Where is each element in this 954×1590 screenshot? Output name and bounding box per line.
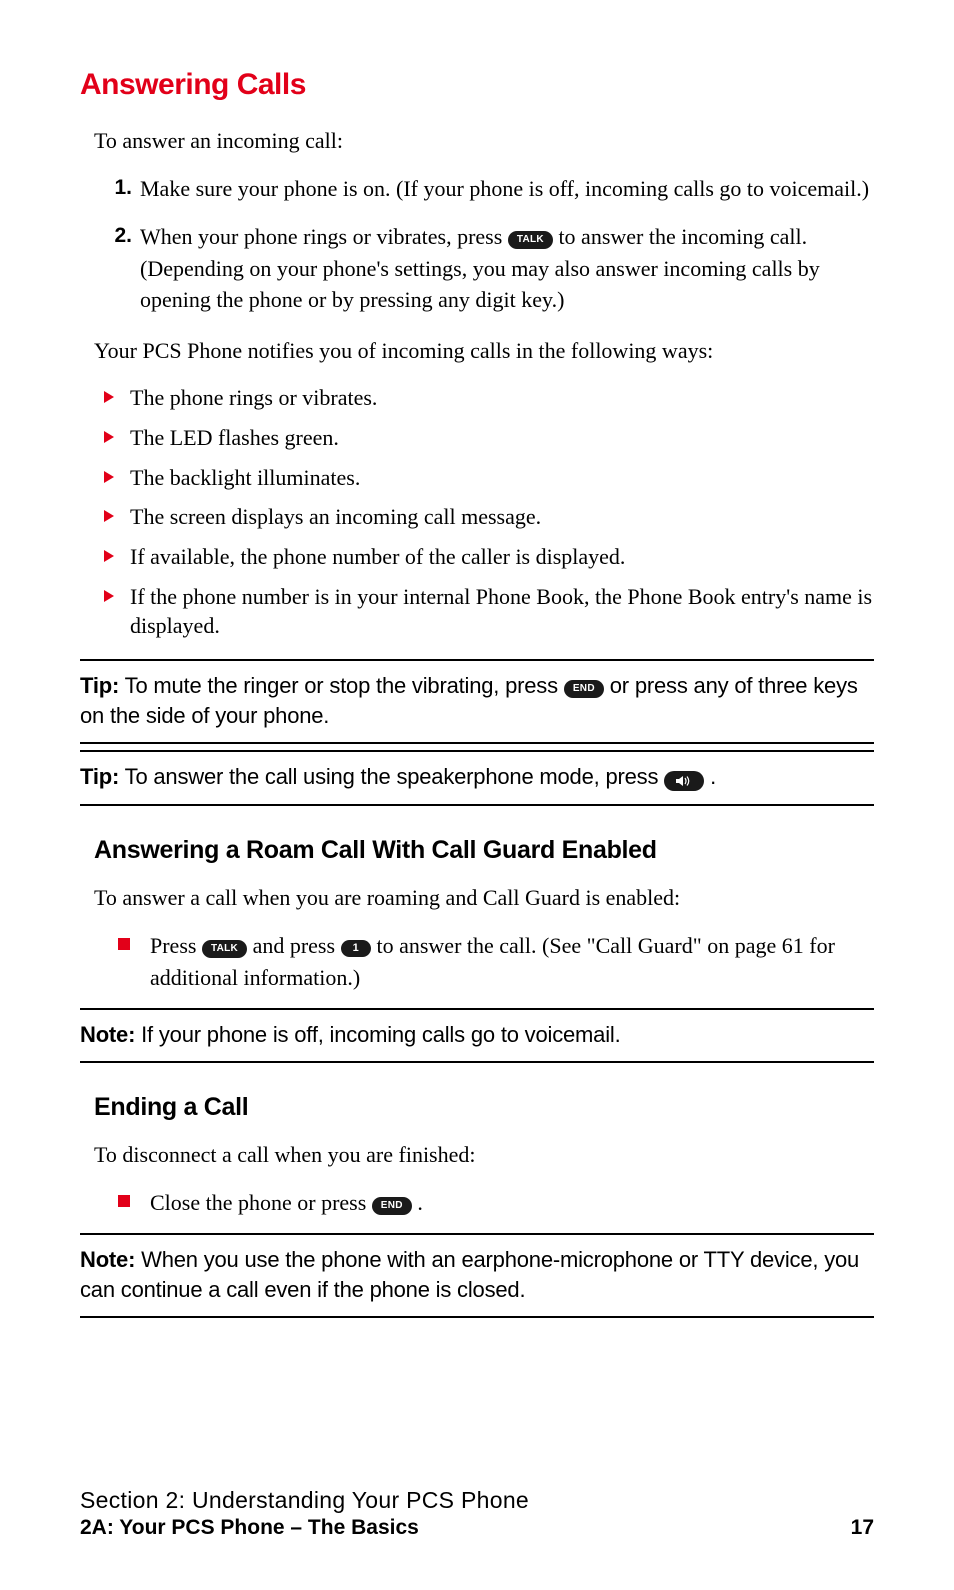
ending-section: Ending a Call To disconnect a call when … [80,1093,874,1219]
speaker-key-icon [664,771,704,791]
notify-list: The phone rings or vibrates. The LED fla… [80,383,874,641]
tip-label: Tip: [80,764,119,789]
steps-list: 1. Make sure your phone is on. (If your … [80,173,874,317]
list-item: Press TALK and press 1 to answer the cal… [140,930,874,994]
list-item: Close the phone or press END . [140,1187,874,1219]
list-item: The phone rings or vibrates. [118,383,874,413]
roam-steps: Press TALK and press 1 to answer the cal… [94,930,874,994]
note-text: If your phone is off, incoming calls go … [135,1022,620,1047]
tip-label: Tip: [80,673,119,698]
step-text: Make sure your phone is on. (If your pho… [140,176,869,201]
note-text: When you use the phone with an earphone-… [80,1247,859,1302]
talk-key-icon: TALK [202,940,247,958]
step-text: Press [150,933,202,958]
tip-callout: Tip: To mute the ringer or stop the vibr… [80,659,874,744]
step-text: . [417,1190,423,1215]
page-number: 17 [851,1516,874,1540]
footer-section-title: Section 2: Understanding Your PCS Phone [80,1487,874,1514]
step-text: Close the phone or press [150,1190,372,1215]
step-item: 1. Make sure your phone is on. (If your … [140,173,874,205]
tip-text: To mute the ringer or stop the vibrating… [119,673,564,698]
step-text: When your phone rings or vibrates, press [140,224,508,249]
note-label: Note: [80,1022,135,1047]
note-label: Note: [80,1247,135,1272]
end-key-icon: END [564,680,604,698]
step-marker: 2. [102,221,132,251]
subsection-heading: Ending a Call [94,1093,874,1122]
note-callout: Note: If your phone is off, incoming cal… [80,1008,874,1064]
roam-section: Answering a Roam Call With Call Guard En… [80,836,874,994]
note-callout: Note: When you use the phone with an ear… [80,1233,874,1318]
ending-steps: Close the phone or press END . [94,1187,874,1219]
list-item: If the phone number is in your internal … [118,582,874,641]
ending-intro: To disconnect a call when you are finish… [94,1140,874,1171]
list-item: The backlight illuminates. [118,463,874,493]
footer-subsection: 2A: Your PCS Phone – The Basics [80,1516,419,1540]
tip-callout: Tip: To answer the call using the speake… [80,750,874,806]
step-text: and press [253,933,341,958]
talk-key-icon: TALK [508,231,553,249]
list-item: If available, the phone number of the ca… [118,542,874,572]
list-item: The LED flashes green. [118,423,874,453]
notify-intro: Your PCS Phone notifies you of incoming … [80,336,874,367]
intro-text: To answer an incoming call: [80,126,874,157]
list-item: The screen displays an incoming call mes… [118,502,874,532]
one-key-icon: 1 [341,940,371,957]
tip-text: To answer the call using the speakerphon… [119,764,664,789]
tip-text: . [704,764,716,789]
page-footer: Section 2: Understanding Your PCS Phone … [80,1487,874,1540]
roam-intro: To answer a call when you are roaming an… [94,883,874,914]
section-heading: Answering Calls [80,68,874,102]
end-key-icon: END [372,1197,412,1215]
step-item: 2. When your phone rings or vibrates, pr… [140,221,874,317]
step-marker: 1. [102,173,132,203]
subsection-heading: Answering a Roam Call With Call Guard En… [94,836,874,865]
